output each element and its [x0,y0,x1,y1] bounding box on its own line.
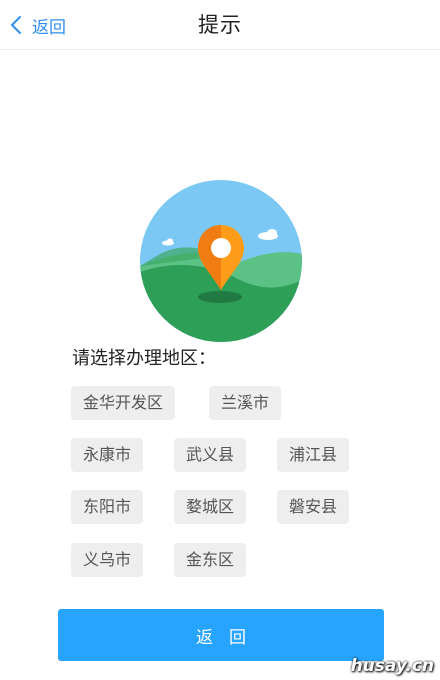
region-option[interactable]: 武义县 [174,438,247,472]
region-option[interactable]: 磐安县 [277,490,350,524]
page-title: 提示 [198,13,242,37]
watermark: husay.cn [350,656,434,676]
region-option[interactable]: 金东区 [174,543,247,577]
region-option[interactable]: 金华开发区 [71,386,176,420]
region-option[interactable]: 兰溪市 [209,386,282,420]
navigation-bar: 返回 提示 [0,0,440,50]
region-option[interactable]: 婺城区 [174,490,247,524]
return-button[interactable]: 返回 [58,609,384,661]
region-option[interactable]: 义乌市 [71,543,144,577]
region-option[interactable]: 东阳市 [71,490,144,524]
region-option[interactable]: 浦江县 [277,438,350,472]
region-option[interactable]: 永康市 [71,438,144,472]
region-prompt: 请选择办理地区： [72,348,216,369]
map-location-pin-illustration [140,180,302,342]
